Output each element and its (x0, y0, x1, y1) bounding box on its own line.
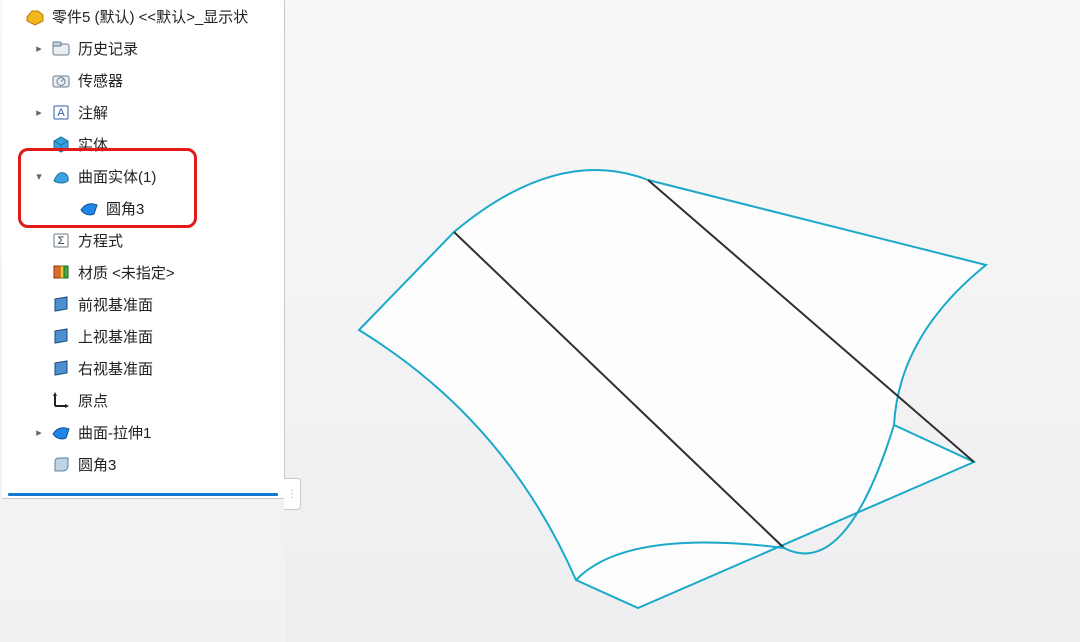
tree-fillet3[interactable]: ▸ 圆角3 (2, 448, 284, 480)
tree-history-label: 历史记录 (78, 38, 138, 59)
tree-surface-bodies-label: 曲面实体(1) (78, 166, 156, 187)
tree-material[interactable]: ▸ 材质 <未指定> (2, 256, 284, 288)
fillet-icon (50, 453, 72, 475)
plane-icon (50, 325, 72, 347)
part-icon (24, 5, 46, 27)
tree-equations-label: 方程式 (78, 230, 123, 251)
tree-fillet3-child[interactable]: ▸ 圆角3 (2, 192, 284, 224)
panel-collapse-handle[interactable]: ⋮ (284, 478, 301, 510)
rollback-bar[interactable] (8, 493, 278, 496)
surface-extrude-icon (50, 421, 72, 443)
model-surface (286, 0, 1080, 642)
svg-text:A: A (57, 107, 65, 119)
tree-surface-bodies[interactable]: ▾ 曲面实体(1) (2, 160, 284, 192)
tree-top-plane[interactable]: ▸ 上视基准面 (2, 320, 284, 352)
tree-origin[interactable]: ▸ 原点 (2, 384, 284, 416)
tree-surface-extrude-label: 曲面-拉伸1 (78, 422, 151, 443)
surface-boundary (359, 170, 986, 608)
tree-front-plane-label: 前视基准面 (78, 294, 153, 315)
tree-annotations[interactable]: ▸ A 注解 (2, 96, 284, 128)
tree-top-plane-label: 上视基准面 (78, 326, 153, 347)
svg-text:Σ: Σ (58, 235, 65, 247)
tree-solid-bodies-label: 实体 (78, 134, 108, 155)
tree-equations[interactable]: ▸ Σ 方程式 (2, 224, 284, 256)
tree-fillet3-child-label: 圆角3 (106, 198, 144, 219)
plane-icon (50, 357, 72, 379)
feature-tree-panel[interactable]: ▸ 零件5 (默认) <<默认>_显示状 ▸ 历史记录 ▸ 传感器 ▸ A (2, 0, 285, 499)
tree-root-label: 零件5 (默认) <<默认>_显示状 (52, 6, 248, 27)
plane-icon (50, 293, 72, 315)
origin-icon (50, 389, 72, 411)
tree-root[interactable]: ▸ 零件5 (默认) <<默认>_显示状 (2, 0, 284, 32)
tree-sensors-label: 传感器 (78, 70, 123, 91)
annotation-icon: A (50, 101, 72, 123)
tree-surface-extrude[interactable]: ▸ 曲面-拉伸1 (2, 416, 284, 448)
tree-right-plane[interactable]: ▸ 右视基准面 (2, 352, 284, 384)
sensor-icon (50, 69, 72, 91)
equations-icon: Σ (50, 229, 72, 251)
folder-history-icon (50, 37, 72, 59)
material-icon (50, 261, 72, 283)
cad-workspace: ▸ 零件5 (默认) <<默认>_显示状 ▸ 历史记录 ▸ 传感器 ▸ A (0, 0, 1080, 642)
tree-fillet3-label: 圆角3 (78, 454, 116, 475)
solid-body-icon (50, 133, 72, 155)
tree-origin-label: 原点 (78, 390, 108, 411)
tree-right-plane-label: 右视基准面 (78, 358, 153, 379)
tree-front-plane[interactable]: ▸ 前视基准面 (2, 288, 284, 320)
tree-solid-bodies[interactable]: ▸ 实体 (2, 128, 284, 160)
3d-viewport[interactable] (286, 0, 1080, 642)
surface-body-icon (50, 165, 72, 187)
tree-sensors[interactable]: ▸ 传感器 (2, 64, 284, 96)
tree-history[interactable]: ▸ 历史记录 (2, 32, 284, 64)
tree-annotations-label: 注解 (78, 102, 108, 123)
surface-child-icon (78, 197, 100, 219)
tree-material-label: 材质 <未指定> (78, 262, 175, 283)
